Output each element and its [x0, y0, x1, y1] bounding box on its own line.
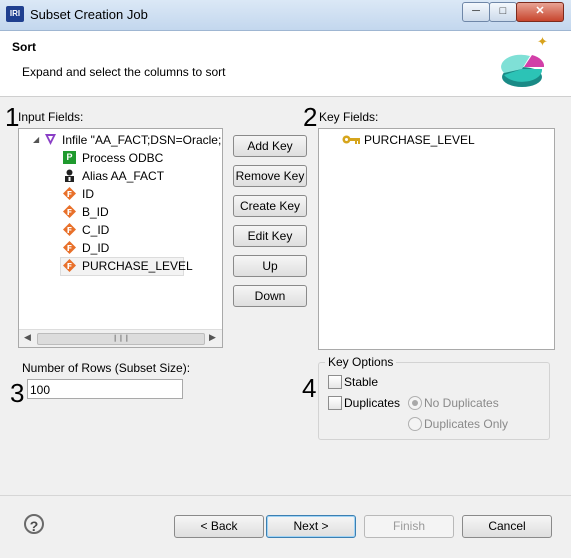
tree-item-field[interactable]: F ID — [19, 185, 222, 203]
tree-item-label: B_ID — [82, 205, 109, 219]
page-description: Expand and select the columns to sort — [22, 65, 226, 79]
tree-item-label: Process ODBC — [82, 151, 164, 165]
svg-text:F: F — [67, 208, 72, 217]
duplicates-only-radio[interactable] — [408, 417, 422, 431]
expand-triangle-icon[interactable]: ◢ — [33, 131, 39, 149]
key-fields-list[interactable]: PURCHASE_LEVEL — [318, 128, 555, 350]
wizard-header: Sort Expand and select the columns to so… — [0, 31, 571, 97]
alias-user-icon — [65, 169, 74, 182]
window-title: Subset Creation Job — [30, 7, 148, 22]
tree-item-label: PURCHASE_LEVEL — [82, 259, 193, 273]
remove-key-button[interactable]: Remove Key — [233, 165, 307, 187]
scroll-left-icon[interactable]: ◀ — [24, 332, 31, 343]
tree-root-label: Infile "AA_FACT;DSN=Oracle; — [62, 133, 222, 147]
rows-label: Number of Rows (Subset Size): — [22, 361, 191, 375]
field-f-icon: F — [63, 241, 76, 254]
maximize-button[interactable]: □ — [489, 2, 517, 22]
tree-item-label: D_ID — [82, 241, 110, 255]
finish-button[interactable]: Finish — [364, 515, 454, 538]
annotation-4: 4 — [302, 373, 317, 403]
field-f-icon: F — [63, 205, 76, 218]
scroll-right-icon[interactable]: ▶ — [209, 332, 216, 343]
down-button[interactable]: Down — [233, 285, 307, 307]
close-button[interactable]: ✕ — [516, 2, 564, 22]
tree-item-field[interactable]: F D_ID — [19, 239, 222, 257]
annotation-2: 2 — [303, 102, 318, 132]
close-icon: ✕ — [535, 5, 545, 17]
stable-checkbox[interactable] — [328, 375, 342, 389]
duplicates-label: Duplicates — [344, 396, 401, 410]
horizontal-scrollbar[interactable]: ◀ ❙❙❙ ▶ — [19, 329, 222, 347]
svg-text:F: F — [67, 190, 72, 199]
maximize-icon: □ — [499, 5, 507, 17]
stable-label: Stable — [344, 375, 379, 389]
duplicates-checkbox[interactable] — [328, 396, 342, 410]
app-logo-icon: IRI — [6, 6, 24, 22]
process-p-icon: P — [63, 151, 76, 164]
field-f-icon: F — [63, 223, 76, 236]
tree-item-field[interactable]: F B_ID — [19, 203, 222, 221]
up-button[interactable]: Up — [233, 255, 307, 277]
pie-chart-icon — [501, 54, 544, 87]
key-item-label: PURCHASE_LEVEL — [364, 133, 475, 147]
field-f-icon: F — [63, 259, 76, 272]
no-duplicates-radio[interactable] — [408, 396, 422, 410]
next-button[interactable]: Next > — [266, 515, 356, 538]
key-fields-label: Key Fields: — [319, 110, 379, 124]
no-duplicates-label: No Duplicates — [424, 396, 499, 410]
minimize-button[interactable]: ─ — [462, 2, 490, 22]
svg-text:F: F — [67, 244, 72, 253]
svg-text:F: F — [67, 262, 72, 271]
back-button[interactable]: < Back — [174, 515, 264, 538]
page-title: Sort — [12, 40, 36, 54]
infile-icon — [45, 134, 56, 145]
cancel-button[interactable]: Cancel — [462, 515, 552, 538]
input-fields-label: Input Fields: — [18, 110, 84, 124]
tree-item-field-selected[interactable]: F PURCHASE_LEVEL — [19, 257, 222, 276]
scrollbar-thumb[interactable]: ❙❙❙ — [37, 333, 205, 345]
svg-text:F: F — [67, 226, 72, 235]
tree-item-label: ID — [82, 187, 94, 201]
create-key-button[interactable]: Create Key — [233, 195, 307, 217]
annotation-3: 3 — [10, 378, 25, 408]
key-options-legend: Key Options — [325, 355, 397, 369]
key-item[interactable]: PURCHASE_LEVEL — [319, 131, 554, 149]
rows-input[interactable]: 100 — [27, 379, 183, 399]
tree-item-field[interactable]: F C_ID — [19, 221, 222, 239]
tree-item-label: Alias AA_FACT — [82, 169, 165, 183]
edit-key-button[interactable]: Edit Key — [233, 225, 307, 247]
duplicates-only-label: Duplicates Only — [424, 417, 509, 431]
input-fields-tree[interactable]: ◢ Infile "AA_FACT;DSN=Oracle; P Process … — [18, 128, 223, 348]
help-icon[interactable]: ? — [24, 514, 44, 534]
tree-root-infile[interactable]: ◢ Infile "AA_FACT;DSN=Oracle; — [19, 131, 222, 149]
tree-item-process[interactable]: P Process ODBC — [19, 149, 222, 167]
key-icon — [342, 135, 360, 144]
field-f-icon: F — [63, 187, 76, 200]
tree-item-alias[interactable]: Alias AA_FACT — [19, 167, 222, 185]
minimize-icon: ─ — [472, 5, 480, 17]
footer-separator — [0, 495, 571, 496]
add-key-button[interactable]: Add Key — [233, 135, 307, 157]
tree-item-label: C_ID — [82, 223, 110, 237]
